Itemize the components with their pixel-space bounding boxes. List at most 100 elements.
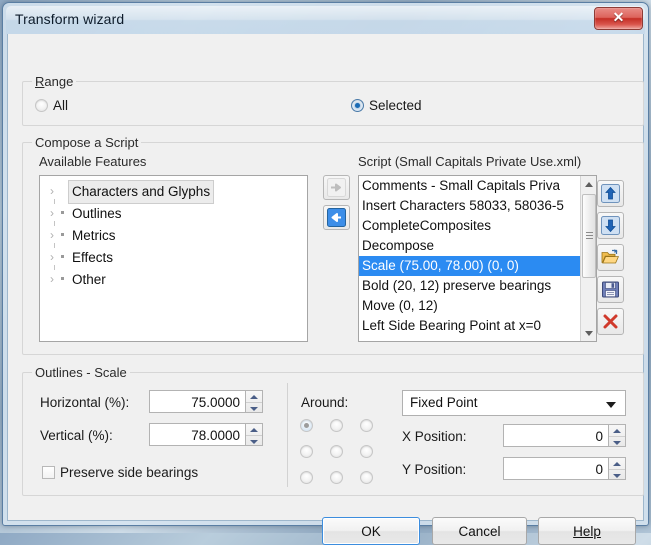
script-row[interactable]: Insert Characters 58033, 58036-5 <box>359 196 580 216</box>
arrow-left-icon <box>327 208 346 227</box>
ok-button[interactable]: OK <box>322 517 420 545</box>
tree-item-effects[interactable]: › Effects <box>40 246 307 270</box>
move-up-button[interactable] <box>597 180 624 207</box>
floppy-disk-icon <box>602 281 619 298</box>
radio-selected-indicator <box>351 99 364 112</box>
y-position-spinner[interactable]: 0 <box>503 457 626 480</box>
transform-wizard-window: Transform wizard ✕ Range All Selected Co… <box>2 2 649 545</box>
title-bar: Transform wizard ✕ <box>6 6 645 34</box>
around-cell-bottom-center[interactable] <box>330 469 344 484</box>
around-cell-bottom-right[interactable] <box>360 469 374 484</box>
dialog-client-area: Range All Selected Compose a Script Avai… <box>7 34 644 545</box>
spin-up-icon[interactable] <box>246 391 262 402</box>
tree-dot <box>61 233 64 236</box>
around-cell-top-right[interactable] <box>360 417 374 432</box>
radio-indicator <box>330 419 343 432</box>
available-features-tree[interactable]: › Characters and Glyphs › Outlines › Met… <box>39 175 308 342</box>
around-cell-bottom-left[interactable] <box>300 469 314 484</box>
red-x-icon <box>603 314 618 329</box>
range-legend-text: Range <box>35 74 74 89</box>
tree-dot <box>61 255 64 258</box>
script-row[interactable]: Bold (20, 12) preserve bearings <box>359 276 580 296</box>
chevron-right-icon: › <box>50 272 54 286</box>
script-row[interactable]: CompleteComposites <box>359 216 580 236</box>
tree-item-characters-and-glyphs[interactable]: › Characters and Glyphs <box>40 180 307 204</box>
script-rows: Comments - Small Capitals Priva Insert C… <box>359 176 580 336</box>
around-cell-middle-left[interactable] <box>300 443 314 458</box>
tree-item-label: Characters and Glyphs <box>68 180 215 204</box>
x-position-spinner[interactable]: 0 <box>503 424 626 447</box>
delete-entry-button[interactable] <box>597 308 624 335</box>
radio-indicator <box>330 471 343 484</box>
around-radio-grid[interactable] <box>300 417 376 484</box>
tree-item-outlines[interactable]: › Outlines <box>40 202 307 226</box>
y-position-spin-buttons[interactable] <box>609 457 626 480</box>
scroll-down-arrow-icon[interactable] <box>581 325 596 341</box>
vertical-input[interactable]: 78.0000 <box>149 423 246 446</box>
x-position-input[interactable]: 0 <box>503 424 609 447</box>
script-list-scrollbar[interactable] <box>580 176 596 341</box>
tree-item-label: Other <box>72 272 106 287</box>
radio-all-indicator <box>35 99 48 112</box>
tree-item-other[interactable]: › Other <box>40 268 307 290</box>
horizontal-input[interactable]: 75.0000 <box>149 390 246 413</box>
around-cell-middle-right[interactable] <box>360 443 374 458</box>
spin-up-icon[interactable] <box>246 424 262 435</box>
tree-dot <box>61 211 64 214</box>
section-divider <box>287 383 288 487</box>
compose-group-legend: Compose a Script <box>32 135 142 150</box>
arrow-up-icon <box>601 184 620 203</box>
script-list[interactable]: Comments - Small Capitals Priva Insert C… <box>358 175 597 342</box>
help-button[interactable]: Help <box>538 517 636 545</box>
script-row[interactable]: Left Side Bearing Point at x=0 <box>359 316 580 336</box>
spin-up-icon[interactable] <box>609 458 625 469</box>
tree-item-label: Metrics <box>72 228 116 243</box>
spin-up-icon[interactable] <box>609 425 625 436</box>
spin-down-icon[interactable] <box>246 434 262 447</box>
chevron-down-icon <box>606 402 616 408</box>
move-down-button[interactable] <box>597 212 624 239</box>
around-cell-middle-center[interactable] <box>330 443 344 458</box>
available-features-label: Available Features <box>39 154 147 169</box>
save-script-button[interactable] <box>597 276 624 303</box>
around-cell-top-center[interactable] <box>330 417 344 432</box>
horizontal-spinner[interactable]: 75.0000 <box>149 390 263 413</box>
remove-from-script-button[interactable] <box>323 205 350 230</box>
fixed-point-dropdown[interactable]: Fixed Point <box>402 390 626 416</box>
horizontal-label: Horizontal (%): <box>40 395 130 410</box>
script-row[interactable]: Decompose <box>359 236 580 256</box>
window-title: Transform wizard <box>15 11 125 27</box>
x-position-spin-buttons[interactable] <box>609 424 626 447</box>
help-button-label: Help <box>573 524 601 539</box>
script-row-selected[interactable]: Scale (75.00, 78.00) (0, 0) <box>359 256 580 276</box>
scrollbar-grip-icon <box>586 232 593 239</box>
scrollbar-thumb[interactable] <box>582 194 596 278</box>
radio-range-all[interactable]: All <box>35 98 68 113</box>
preserve-side-bearings-label: Preserve side bearings <box>60 465 199 480</box>
vertical-spinner[interactable]: 78.0000 <box>149 423 263 446</box>
tree-item-label: Effects <box>72 250 114 265</box>
spin-down-icon[interactable] <box>609 435 625 448</box>
around-cell-top-left[interactable] <box>300 417 314 432</box>
tree-item-metrics[interactable]: › Metrics <box>40 224 307 248</box>
radio-indicator <box>330 445 343 458</box>
cancel-button[interactable]: Cancel <box>432 517 527 545</box>
open-folder-icon <box>601 249 620 264</box>
radio-indicator <box>360 419 373 432</box>
horizontal-spin-buttons[interactable] <box>246 390 263 413</box>
spin-down-icon[interactable] <box>609 468 625 481</box>
radio-all-label: All <box>53 98 69 113</box>
radio-selected-label: Selected <box>369 98 422 113</box>
radio-range-selected[interactable]: Selected <box>351 98 422 113</box>
script-row[interactable]: Move (0, 12) <box>359 296 580 316</box>
vertical-spin-buttons[interactable] <box>246 423 263 446</box>
preserve-side-bearings-checkbox[interactable]: Preserve side bearings <box>42 465 198 480</box>
add-to-script-button[interactable] <box>323 175 350 200</box>
close-button[interactable]: ✕ <box>594 7 643 30</box>
radio-indicator <box>360 471 373 484</box>
y-position-input[interactable]: 0 <box>503 457 609 480</box>
scroll-up-arrow-icon[interactable] <box>581 176 596 192</box>
open-script-button[interactable] <box>597 244 624 271</box>
script-row[interactable]: Comments - Small Capitals Priva <box>359 176 580 196</box>
spin-down-icon[interactable] <box>246 401 262 414</box>
